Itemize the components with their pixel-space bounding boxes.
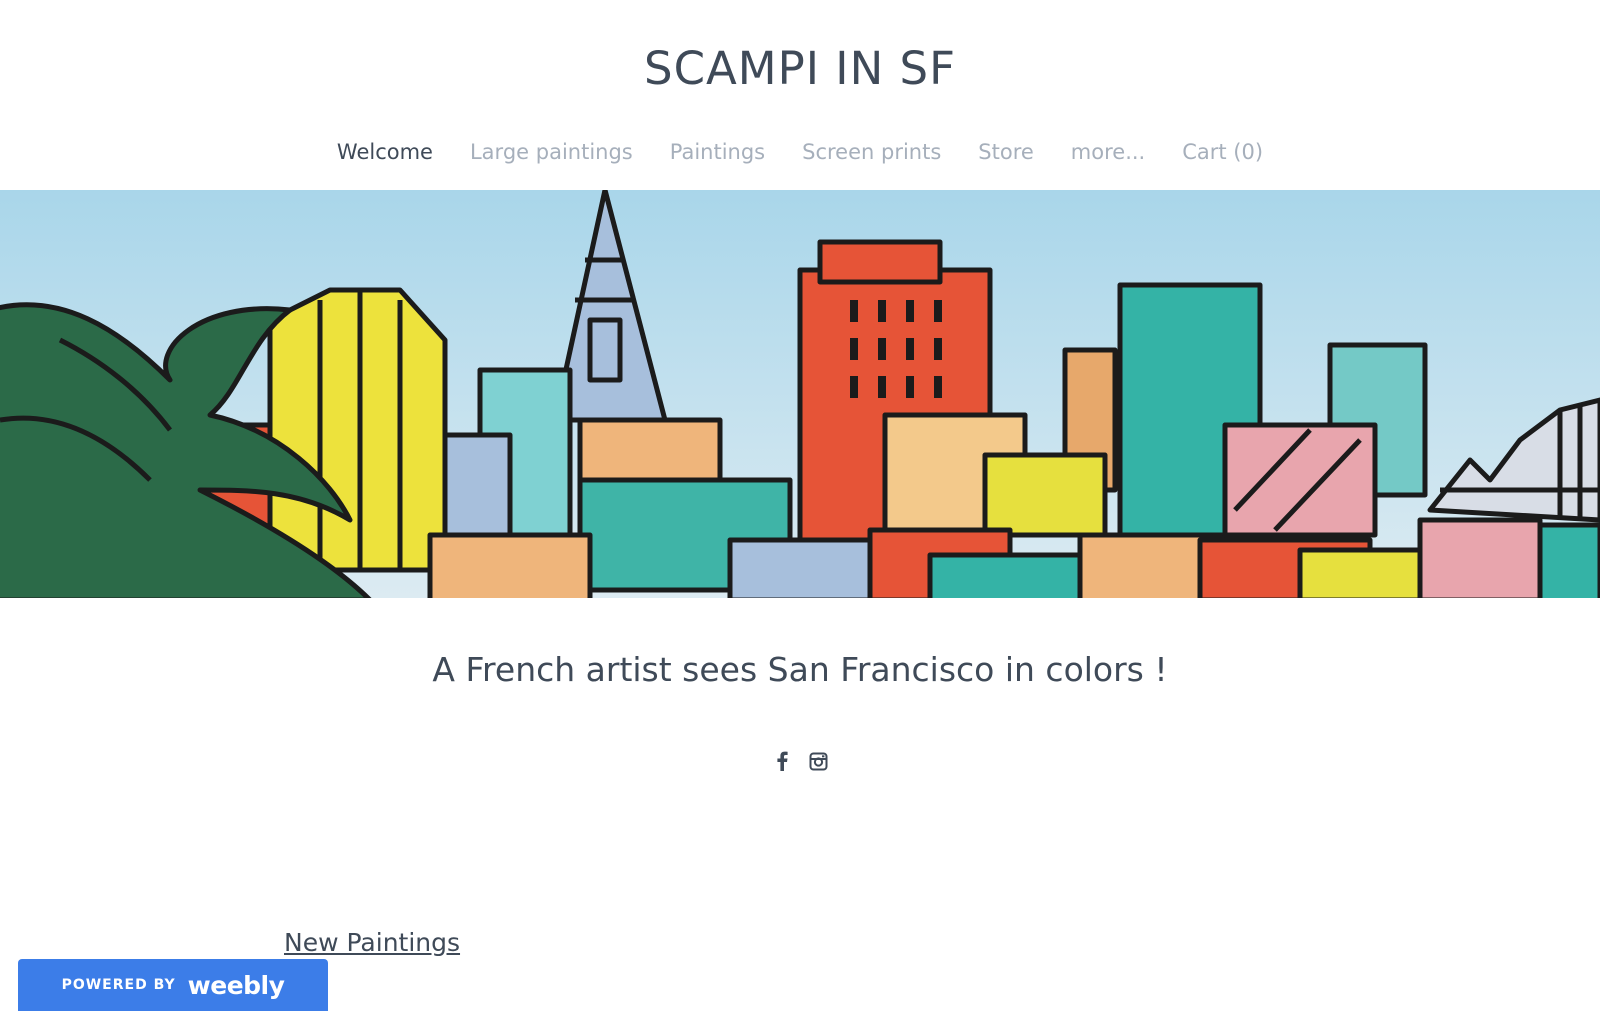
main-nav: Welcome Large paintings Paintings Screen… xyxy=(0,140,1600,164)
site-title[interactable]: SCAMPI IN SF xyxy=(0,42,1600,95)
nav-item-paintings[interactable]: Paintings xyxy=(670,140,765,164)
city-skyline-painting xyxy=(0,190,1600,598)
weebly-logo: weebly xyxy=(187,970,285,1000)
hero-banner-image xyxy=(0,190,1600,598)
nav-item-more[interactable]: more... xyxy=(1071,140,1145,164)
page-tagline: A French artist sees San Francisco in co… xyxy=(432,650,1168,689)
social-icons xyxy=(0,750,1600,772)
nav-item-cart[interactable]: Cart (0) xyxy=(1182,140,1263,164)
facebook-glyph xyxy=(777,751,788,771)
instagram-icon[interactable] xyxy=(807,750,829,772)
nav-item-welcome[interactable]: Welcome xyxy=(337,140,433,164)
nav-item-large-paintings[interactable]: Large paintings xyxy=(470,140,633,164)
nav-item-store[interactable]: Store xyxy=(978,140,1034,164)
instagram-glyph xyxy=(809,752,827,770)
facebook-icon[interactable] xyxy=(771,750,793,772)
new-paintings-link[interactable]: New Paintings xyxy=(284,928,460,957)
powered-by-label: POWERED BY xyxy=(61,977,176,993)
powered-by-weebly-badge[interactable]: POWERED BY weebly xyxy=(18,959,328,1011)
nav-item-screen-prints[interactable]: Screen prints xyxy=(802,140,941,164)
